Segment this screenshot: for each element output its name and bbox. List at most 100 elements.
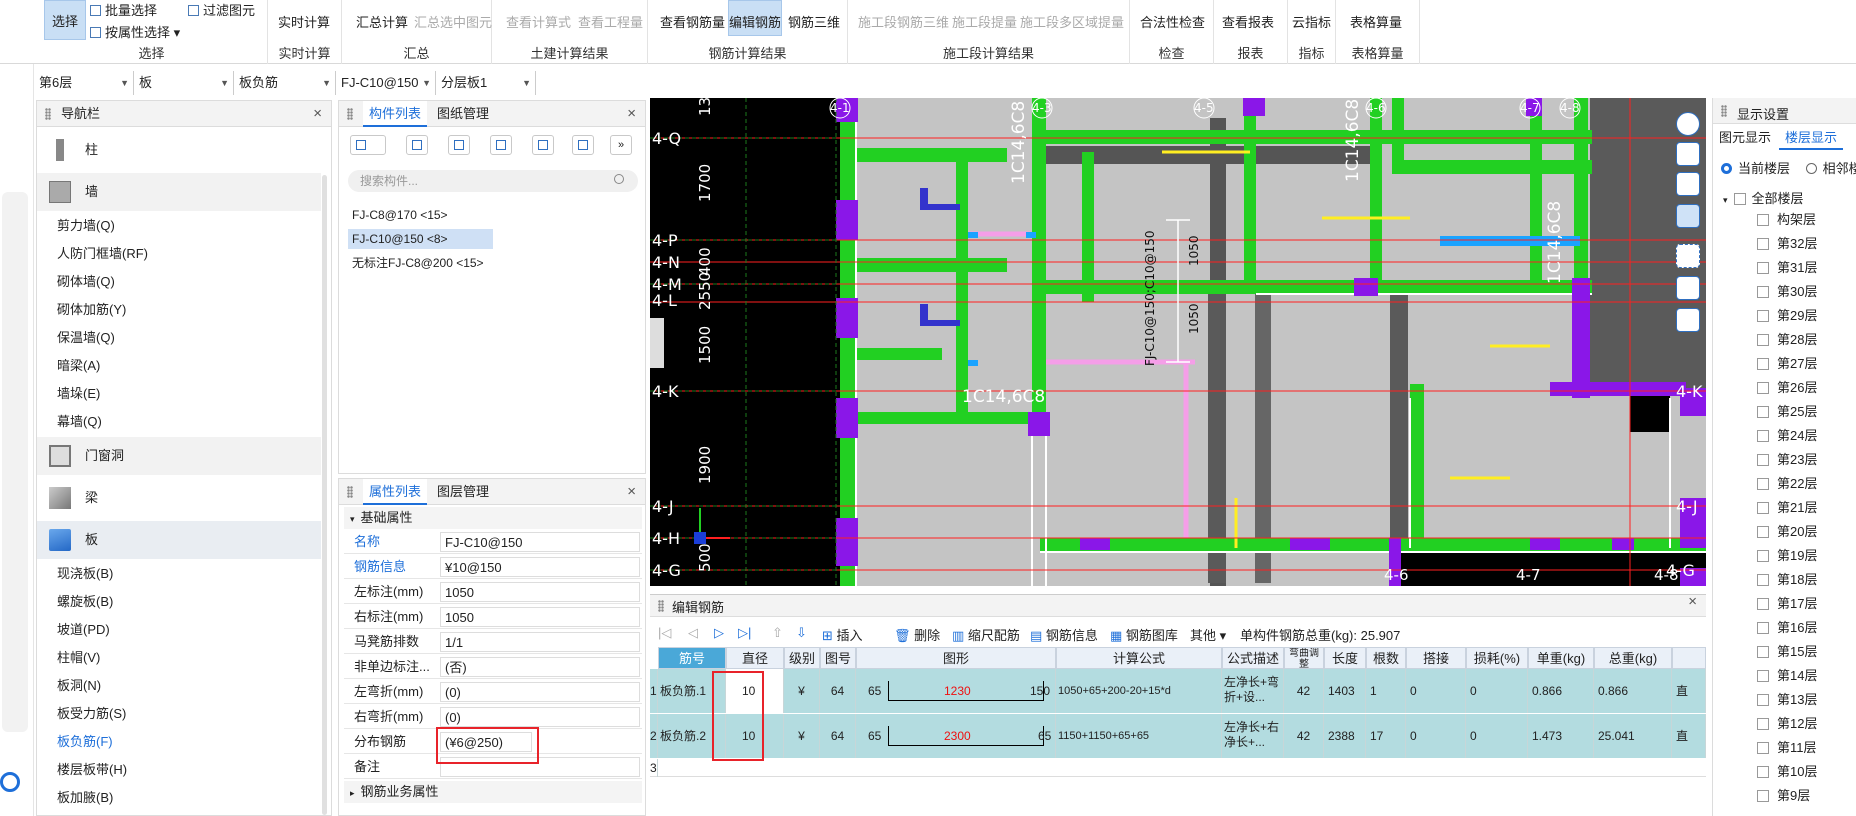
floor-checkbox[interactable]: 第32层 [1757,234,1817,254]
nav-item-floor-slab-strip[interactable]: 楼层板带(H) [57,759,127,781]
col-header-loss[interactable]: 损耗(%) [1466,647,1528,669]
cube-solid-icon[interactable] [1676,204,1700,228]
sphere-view-icon[interactable] [1676,112,1700,136]
floor-checkbox[interactable]: 第12层 [1757,714,1817,734]
cell-formula-desc[interactable]: 左净长+弯折+设... [1222,669,1284,713]
floor-checkbox[interactable]: 第20层 [1757,522,1817,542]
cell-more[interactable]: 直 [1672,669,1706,713]
nav-item-slab-neg-rebar[interactable]: 板负筋(F) [57,731,113,753]
more-icon[interactable]: » [610,135,632,155]
floor-checkbox[interactable]: 第30层 [1757,282,1817,302]
floor-checkbox[interactable]: 第22层 [1757,474,1817,494]
rebar-library-button[interactable]: ▦ 钢筋图库 [1110,625,1178,644]
rebar-3d-button[interactable]: 钢筋三维 [788,12,840,31]
nav-cat-door[interactable]: 门窗洞 [37,437,321,475]
view-rebar-qty-button[interactable]: 查看钢筋量 [660,12,725,31]
cell-total-weight[interactable]: 25.041 [1594,714,1672,758]
collapse-left-handle[interactable] [650,318,664,368]
nav-item-column-cap[interactable]: 柱帽(V) [57,647,100,669]
prop-value-stool-rows[interactable]: 1/1 [440,632,640,652]
select-by-attr-button[interactable]: 按属性选择 ▾ [90,22,180,41]
col-header-total-weight[interactable]: 总重(kg) [1594,647,1672,669]
other-menu-button[interactable]: 其他 ▾ [1190,625,1226,644]
fit-view-icon[interactable] [1676,244,1700,268]
checkbox-icon[interactable] [1757,718,1769,730]
layer-copy-button[interactable] [532,135,554,155]
section-rebar-business[interactable]: ▸ 钢筋业务属性 [344,781,642,803]
summary-calc-button[interactable]: 汇总计算 [356,12,408,31]
cell-lap[interactable]: 0 [1406,714,1466,758]
checkbox-icon[interactable] [1757,262,1769,274]
nav-item-slab-hole[interactable]: 板洞(N) [57,675,101,697]
close-icon[interactable]: × [627,479,636,505]
cell-fig-no[interactable]: 64 [820,714,856,758]
edit-rebar-button[interactable]: 编辑钢筋 [728,0,783,36]
floor-checkbox[interactable]: 第16层 [1757,618,1817,638]
next-record-icon[interactable]: ▷ [714,625,724,641]
component-item-selected[interactable]: FJ-C10@150 <8> [348,229,493,249]
floor-checkbox[interactable]: 第23层 [1757,450,1817,470]
checkbox-icon[interactable] [1757,406,1769,418]
prev-record-icon[interactable]: ◁ [688,625,698,641]
delete-button[interactable] [448,135,470,155]
col-header-formula-desc[interactable]: 公式描述 [1222,647,1284,669]
cell-length[interactable]: 2388 [1324,714,1366,758]
cell-formula[interactable]: 1050+65+200-20+15*d [1056,669,1222,713]
floor-checkbox[interactable]: 第24层 [1757,426,1817,446]
floor-select[interactable]: 第6层 ▼ [36,71,134,95]
nav-item-hidden-beam[interactable]: 暗梁(A) [57,355,100,377]
phase-multi-button[interactable]: 施工段多区域提量 [1020,12,1124,31]
nav-item-cast-slab[interactable]: 现浇板(B) [57,563,113,585]
cloud-index-button[interactable]: 云指标 [1292,12,1331,31]
rebar-info-button[interactable]: ▤ 钢筋信息 [1030,625,1098,644]
nav-cat-slab[interactable]: 板 [37,521,321,559]
search-input[interactable]: 搜索构件... [348,170,638,192]
nav-item-shear-wall[interactable]: 剪力墙(Q) [57,215,115,237]
checkbox-icon[interactable] [1757,310,1769,322]
checkbox-icon[interactable] [1757,622,1769,634]
tab-floor-display[interactable]: 楼层显示 [1779,126,1844,150]
checkbox-icon[interactable] [1757,430,1769,442]
nav-item-insulation-wall[interactable]: 保温墙(Q) [57,327,115,349]
floor-checkbox[interactable]: 构架层 [1757,210,1816,230]
phase-extract-button[interactable]: 施工段提量 [952,12,1017,31]
floor-checkbox[interactable]: 第11层 [1757,738,1817,758]
component-item[interactable]: FJ-C8@170 <15> [348,205,452,225]
nav-scrollbar[interactable] [322,175,327,815]
floor-checkbox[interactable]: 第28层 [1757,330,1817,350]
checkbox-icon[interactable] [1757,478,1769,490]
nav-item-spiral-slab[interactable]: 螺旋板(B) [57,591,113,613]
realtime-calc-button[interactable]: 实时计算 [278,12,330,31]
checkbox-icon[interactable] [1757,358,1769,370]
floor-checkbox[interactable]: 第15层 [1757,642,1817,662]
col-header-more[interactable] [1672,647,1706,669]
new-component-button[interactable] [350,135,386,155]
export-button[interactable] [572,135,594,155]
floor-checkbox[interactable]: 第18层 [1757,570,1817,590]
col-header-bar-no[interactable]: 筋号 [658,647,726,669]
checkbox-icon[interactable] [1757,598,1769,610]
tab-component-list[interactable]: 构件列表 [363,101,428,127]
nav-item-ramp[interactable]: 坡道(PD) [57,619,110,641]
grip-icon[interactable] [45,108,51,120]
table-calc-button[interactable]: 表格算量 [1350,12,1402,31]
checkbox-icon[interactable] [1757,454,1769,466]
floor-checkbox[interactable]: 第17层 [1757,594,1817,614]
cell-fig-no[interactable]: 64 [820,669,856,713]
nav-item-curtain-wall[interactable]: 幕墙(Q) [57,411,102,433]
col-header-bend-adjust[interactable]: 弯曲调整 [1284,647,1324,669]
checkbox-icon[interactable] [1757,286,1769,298]
view-report-button[interactable]: 查看报表 [1222,12,1274,31]
view-quantity-button[interactable]: 查看工程量 [578,12,643,31]
floor-checkbox[interactable]: 第26层 [1757,378,1817,398]
cell-count[interactable]: 17 [1366,714,1406,758]
nav-item-masonry-rebar[interactable]: 砌体加筋(Y) [57,299,126,321]
checkbox-icon[interactable] [1733,193,1746,205]
floor-checkbox[interactable]: 第9层 [1757,786,1810,806]
checkbox-icon[interactable] [1757,334,1769,346]
col-header-formula[interactable]: 计算公式 [1056,647,1222,669]
prop-value-left-bend[interactable]: (0) [440,682,640,702]
floor-checkbox[interactable]: 第31层 [1757,258,1817,278]
nav-item-pilaster[interactable]: 墙垛(E) [57,383,100,405]
cell-bend-adjust[interactable]: 42 [1284,714,1324,758]
